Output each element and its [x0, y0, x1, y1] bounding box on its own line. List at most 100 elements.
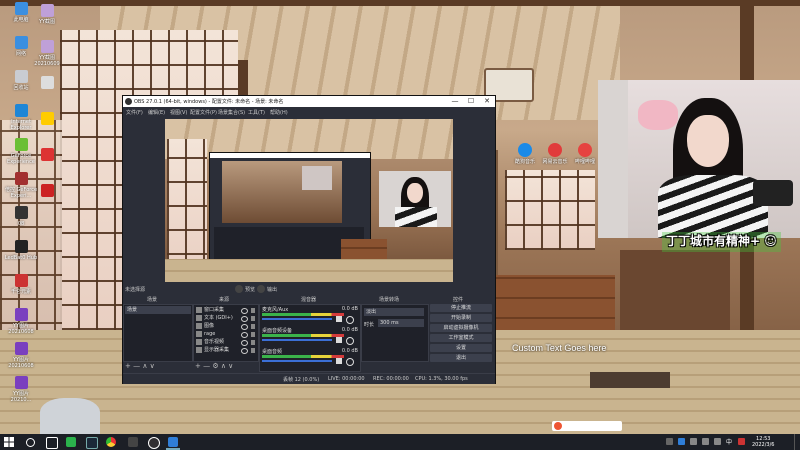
desktop-icon[interactable] [28, 112, 66, 148]
status-dropped-frames: 丢帧 12 (0.0%) [283, 377, 320, 383]
task-view-icon[interactable] [46, 437, 58, 449]
app-icon[interactable] [128, 437, 138, 447]
start-button[interactable] [4, 437, 14, 447]
shortcut-app-icon [548, 143, 562, 157]
desktop-icon-label: YY截图 20210609 [34, 55, 60, 67]
volume-icon[interactable] [702, 438, 709, 445]
menu-item[interactable]: 视图(V) [170, 109, 187, 116]
menu-item[interactable]: 工具(T) [248, 109, 265, 116]
volume-slider[interactable] [262, 339, 332, 341]
status-cpu: CPU: 1.3%, 30.00 fps [415, 376, 468, 382]
maximize-icon[interactable]: ☐ [463, 96, 479, 107]
status-live: LIVE: 00:00:00 [328, 376, 365, 382]
gear-icon[interactable] [235, 285, 243, 293]
obs-titlebar[interactable]: OBS 27.0.1 (64-bit, windows) - 配置文件: 未命名… [123, 96, 495, 107]
search-icon[interactable] [26, 438, 35, 447]
ime-toolbar[interactable] [552, 421, 622, 431]
source-item[interactable]: 图像 [195, 322, 257, 330]
tray-red-icon[interactable] [738, 438, 745, 445]
chrome-icon[interactable] [106, 437, 116, 447]
desktop-icon[interactable]: YY图片 20210608 [2, 342, 40, 376]
lock-icon[interactable] [251, 324, 255, 329]
wallpaper-shortcut[interactable]: 酷狗音乐 [510, 143, 540, 165]
lock-icon[interactable] [251, 316, 255, 321]
source-item[interactable]: rage [195, 330, 257, 338]
desktop-icon[interactable]: 千仑元素 [2, 274, 40, 308]
taskbar-clock[interactable]: 12:53 2022/3/6 [752, 436, 774, 448]
speaker-icon[interactable] [336, 337, 342, 343]
control-button[interactable]: 退出 [430, 354, 492, 362]
eye-icon[interactable] [241, 348, 248, 354]
volume-slider[interactable] [262, 318, 332, 320]
menu-item[interactable]: 文件(F) [126, 109, 143, 116]
source-item[interactable]: 音乐视频 [195, 338, 257, 346]
control-button[interactable]: 开始录制 [430, 314, 492, 322]
scene-item[interactable]: 场景 [125, 306, 191, 314]
control-button[interactable]: 设置 [430, 344, 492, 352]
gear-icon[interactable] [346, 358, 354, 366]
transitions-dock: 淡出 时长 300 ms [361, 304, 429, 362]
speaker-icon[interactable] [336, 316, 342, 322]
desktop-icon[interactable]: YY截图 [28, 4, 66, 40]
desktop-app-icon [40, 148, 54, 161]
preview-toggle-label[interactable]: 预览 [245, 286, 255, 293]
desktop-icon[interactable]: YY图片 20210608 [2, 308, 40, 342]
obs-taskbar-icon[interactable] [148, 437, 160, 449]
transition-duration-input[interactable]: 300 ms [378, 319, 424, 327]
menu-item[interactable]: 配置文件(P) [190, 109, 217, 116]
wechat-icon[interactable] [66, 437, 76, 447]
mixer-channel: 麦克风/Aux 0.0 dB [262, 306, 358, 327]
volume-slider[interactable] [262, 360, 332, 362]
minimize-icon[interactable]: — [447, 96, 463, 107]
volume-meter [262, 355, 344, 358]
desktop-icon[interactable]: LedBat0 Hub [2, 240, 40, 274]
wallpaper-cabinet [495, 275, 615, 337]
lock-icon[interactable] [251, 340, 255, 345]
source-label: rage [204, 331, 216, 337]
desktop-icon[interactable]: YY图片 20210... [2, 376, 40, 410]
transition-type-select[interactable]: 淡出 [364, 308, 424, 316]
control-button[interactable]: 停止推流 [430, 304, 492, 312]
tray-misc-icon[interactable] [714, 438, 721, 445]
control-button[interactable]: 启动虚拟摄像机 [430, 324, 492, 332]
desktop-icon-label: YY截图 [38, 19, 56, 25]
desktop-icon[interactable] [28, 184, 66, 220]
desktop-icon-label: 千仑元素 [10, 289, 31, 295]
lock-icon[interactable] [251, 348, 255, 353]
desktop-app-icon [40, 184, 54, 197]
desktop-icon[interactable]: YY截图 20210609 [28, 40, 66, 76]
control-button[interactable]: 工作室模式 [430, 334, 492, 342]
obs-window[interactable]: OBS 27.0.1 (64-bit, windows) - 配置文件: 未命名… [122, 95, 496, 384]
network-icon[interactable] [690, 438, 697, 445]
speaker-icon[interactable] [336, 358, 342, 364]
menu-item[interactable]: 编辑(E) [148, 109, 165, 116]
obs-logo-icon [125, 98, 132, 105]
source-item[interactable]: 显示器采集 [195, 346, 257, 354]
obs-preview-canvas[interactable] [165, 119, 453, 282]
ime-indicator[interactable]: 中 [726, 437, 732, 446]
tray-app-icon[interactable] [678, 438, 685, 445]
transition-label: 未选择源 [125, 287, 146, 293]
desktop-icon-label: YY图片 20210608 [8, 323, 34, 335]
close-icon[interactable]: ✕ [479, 96, 495, 107]
tray-expand-icon[interactable] [666, 438, 673, 445]
menu-item[interactable]: 场景集合(S) [218, 109, 245, 116]
steam-icon[interactable] [86, 437, 98, 449]
wallpaper-shortcut[interactable]: 网易云音乐 [540, 143, 570, 165]
preview-nested-webcam [302, 166, 332, 190]
gear-icon[interactable] [346, 337, 354, 345]
source-item[interactable]: 窗口采集 [195, 306, 257, 314]
eye-icon[interactable] [257, 285, 265, 293]
blue-app-icon[interactable] [168, 437, 178, 447]
desktop-icon[interactable] [28, 76, 66, 112]
status-rec: REC: 00:00:00 [373, 376, 409, 382]
source-item[interactable]: 文本 (GDI+) [195, 314, 257, 322]
gear-icon[interactable] [346, 316, 354, 324]
show-desktop-button[interactable] [794, 434, 798, 450]
desktop-icon[interactable] [28, 148, 66, 184]
output-toggle-label[interactable]: 输出 [267, 286, 277, 293]
lock-icon[interactable] [251, 332, 255, 337]
menu-item[interactable]: 帮助(H) [270, 109, 288, 116]
lock-icon[interactable] [251, 308, 255, 313]
wallpaper-shortcut[interactable]: 哔哩哔哩 [570, 143, 600, 165]
